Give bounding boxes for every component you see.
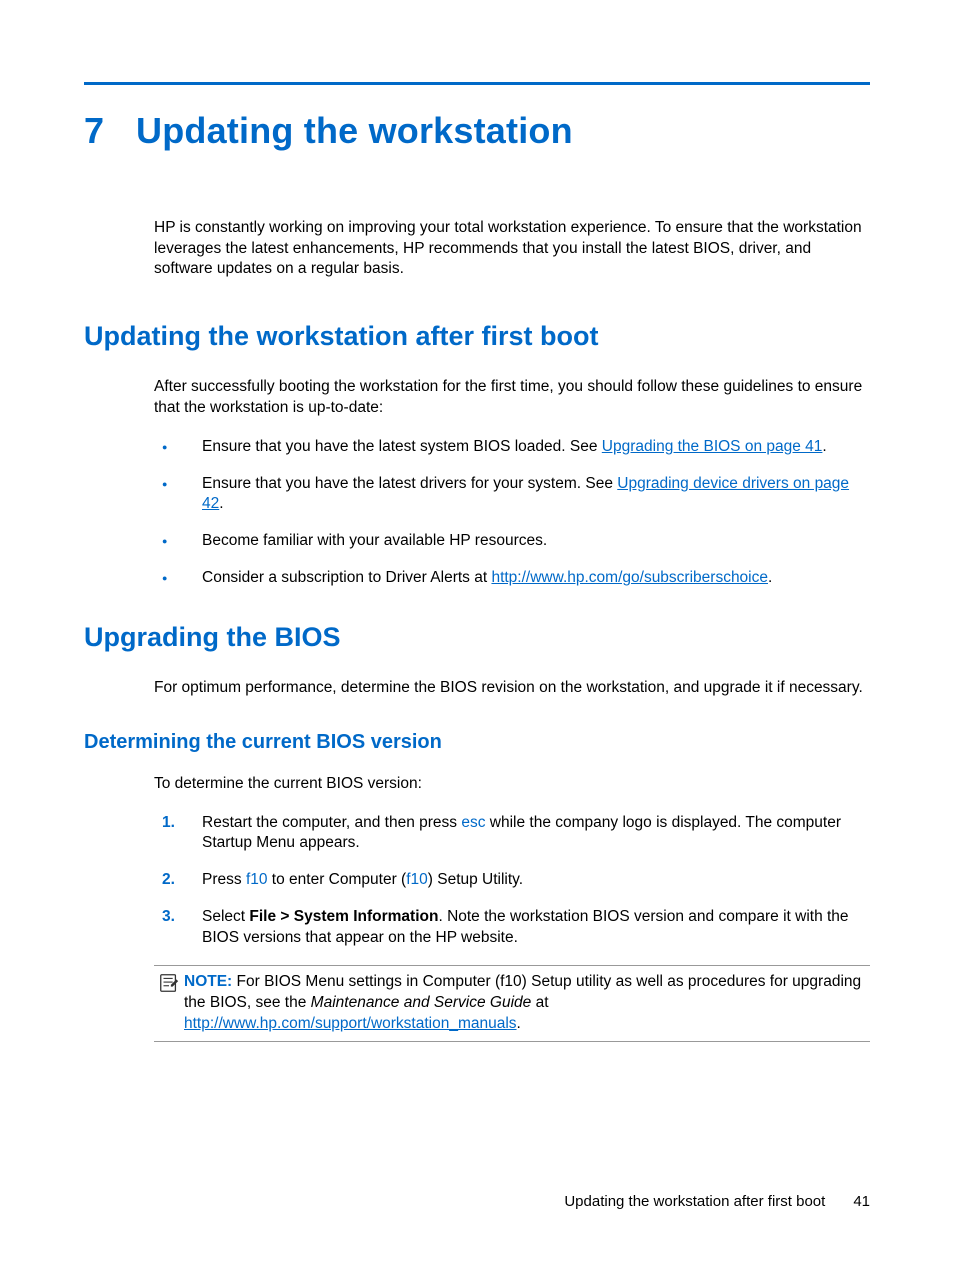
list-text: Ensure that you have the latest drivers … <box>202 475 617 492</box>
note-body: NOTE: For BIOS Menu settings in Computer… <box>154 972 870 1035</box>
link-workstation-manuals[interactable]: http://www.hp.com/support/workstation_ma… <box>184 1015 517 1032</box>
step-text: to enter Computer ( <box>268 871 407 888</box>
link-subscriberschoice[interactable]: http://www.hp.com/go/subscriberschoice <box>491 569 768 586</box>
note-block: NOTE: For BIOS Menu settings in Computer… <box>154 965 870 1042</box>
guidelines-list: Ensure that you have the latest system B… <box>154 437 870 590</box>
section-heading-upgrading-bios: Upgrading the BIOS <box>84 619 870 655</box>
note-text: . <box>517 1015 521 1032</box>
list-item: Restart the computer, and then press esc… <box>154 813 870 855</box>
keycap-esc: esc <box>461 814 485 831</box>
page-number: 41 <box>853 1192 870 1212</box>
list-item: Press f10 to enter Computer (f10) Setup … <box>154 870 870 891</box>
list-item: Select File > System Information. Note t… <box>154 907 870 949</box>
keycap-f10: f10 <box>246 871 268 888</box>
list-item: Ensure that you have the latest system B… <box>154 437 870 458</box>
link-upgrading-bios[interactable]: Upgrading the BIOS on page 41 <box>602 438 823 455</box>
note-label: NOTE: <box>184 973 232 990</box>
list-item: Become familiar with your available HP r… <box>154 531 870 552</box>
chapter-rule <box>84 82 870 85</box>
chapter-title-text: Updating the workstation <box>136 107 573 156</box>
note-icon <box>158 972 180 994</box>
section2-intro: For optimum performance, determine the B… <box>154 678 870 699</box>
footer-section-title: Updating the workstation after first boo… <box>564 1192 825 1212</box>
list-text: . <box>822 438 826 455</box>
document-page: 7 Updating the workstation HP is constan… <box>0 0 954 1270</box>
list-item: Consider a subscription to Driver Alerts… <box>154 568 870 589</box>
note-text: at <box>531 994 548 1011</box>
list-text: Ensure that you have the latest system B… <box>202 438 602 455</box>
section-heading-first-boot: Updating the workstation after first boo… <box>84 318 870 354</box>
section1-intro: After successfully booting the workstati… <box>154 377 870 419</box>
step-text: Press <box>202 871 246 888</box>
chapter-intro: HP is constantly working on improving yo… <box>154 218 870 281</box>
list-text: . <box>768 569 772 586</box>
page-footer: Updating the workstation after first boo… <box>564 1192 870 1212</box>
step-text: Select <box>202 908 249 925</box>
list-text: Consider a subscription to Driver Alerts… <box>202 569 491 586</box>
note-italic: Maintenance and Service Guide <box>311 994 532 1011</box>
list-text: . <box>219 495 223 512</box>
subsection-heading-bios-version: Determining the current BIOS version <box>84 729 870 756</box>
steps-list: Restart the computer, and then press esc… <box>154 813 870 950</box>
chapter-number: 7 <box>84 107 110 156</box>
list-item: Ensure that you have the latest drivers … <box>154 474 870 516</box>
list-text: Become familiar with your available HP r… <box>202 532 547 549</box>
step-text: Restart the computer, and then press <box>202 814 461 831</box>
subsection-intro: To determine the current BIOS version: <box>154 774 870 795</box>
step-text: ) Setup Utility. <box>428 871 523 888</box>
menu-path: File > System Information <box>249 908 438 925</box>
keycap-f10: f10 <box>406 871 428 888</box>
chapter-heading: 7 Updating the workstation <box>84 107 870 156</box>
